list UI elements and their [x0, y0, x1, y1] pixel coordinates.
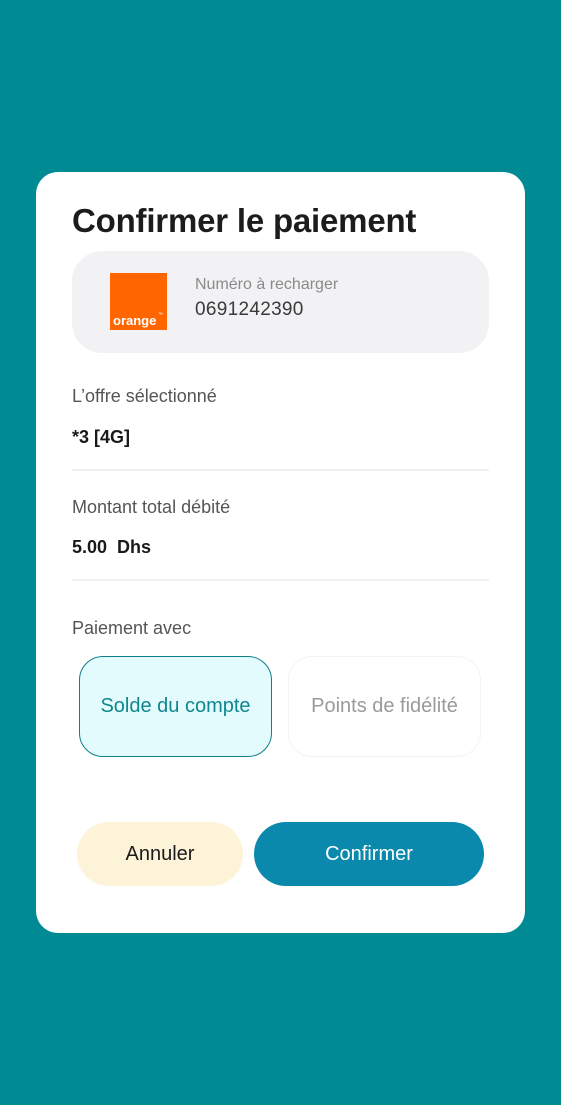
payment-method-label: Paiement avec	[72, 618, 192, 638]
orange-logo-text: orange	[113, 313, 157, 328]
offer-label: L’offre sélectionné	[72, 386, 217, 406]
orange-logo-mark: ™	[158, 312, 163, 318]
confirm-button[interactable]: Confirmer	[254, 822, 484, 886]
payment-option-account-balance[interactable]: Solde du compte	[79, 656, 272, 757]
amount-value: 5.00 Dhs	[72, 537, 152, 557]
offer-value: *3 [4G]	[72, 427, 131, 447]
recharge-number-card: orange ™ Numéro à recharger 0691242390	[72, 251, 489, 353]
payment-option-label: Points de fidélité	[311, 695, 458, 717]
divider	[72, 579, 489, 581]
recharge-number-label: Numéro à recharger	[195, 276, 339, 293]
cancel-button[interactable]: Annuler	[77, 822, 243, 886]
dialog-title: Confirmer le paiement	[72, 202, 417, 239]
amount-label: Montant total débité	[72, 497, 231, 517]
recharge-number-value: 0691242390	[195, 299, 304, 320]
payment-option-label: Solde du compte	[100, 695, 251, 717]
payment-confirmation-dialog: Confirmer le paiement orange ™ Numéro à …	[36, 172, 525, 933]
payment-option-loyalty-points[interactable]: Points de fidélité	[288, 656, 481, 757]
divider	[72, 469, 489, 471]
orange-logo: orange ™	[110, 273, 167, 330]
